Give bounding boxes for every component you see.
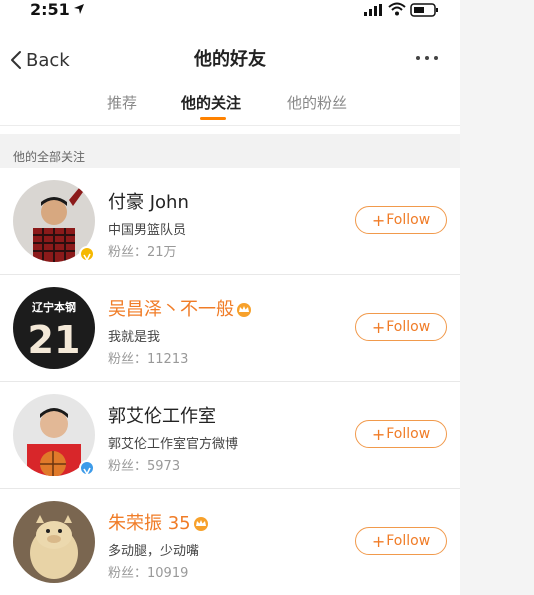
plus-icon: + <box>371 210 386 230</box>
more-options-button[interactable] <box>416 56 438 60</box>
plus-icon: + <box>371 317 386 337</box>
user-name[interactable]: 朱荣振 35 <box>108 509 209 535</box>
follow-label: Follow <box>386 533 431 549</box>
avatar[interactable]: 辽宁本钢 21 <box>13 287 95 369</box>
verified-blue-badge-icon <box>79 460 95 476</box>
follow-button[interactable]: + Follow <box>355 206 447 234</box>
jersey-number-text: 21 <box>28 318 81 362</box>
user-row[interactable]: 朱荣振 35 多动腿，少动嘴 粉丝：10919 + Follow <box>0 489 460 595</box>
member-crown-icon <box>237 303 251 317</box>
more-dot-icon <box>416 56 420 60</box>
avatar-plush-toy-icon <box>13 501 95 583</box>
follow-label: Follow <box>386 319 431 335</box>
user-fans-count: 粉丝：5973 <box>108 459 181 474</box>
user-name[interactable]: 吴昌泽丶不一般 <box>108 295 252 321</box>
tab-recommended[interactable]: 推荐 <box>107 92 137 113</box>
avatar[interactable] <box>13 501 95 583</box>
follow-label: Follow <box>386 212 431 228</box>
user-name-text: 吴昌泽丶不一般 <box>108 299 234 320</box>
more-dot-icon <box>434 56 438 60</box>
cellular-signal-icon <box>364 4 382 16</box>
user-row[interactable]: 辽宁本钢 21 吴昌泽丶不一般 我就是我 粉丝：11213 + Follow <box>0 275 460 382</box>
location-arrow-icon <box>74 4 84 14</box>
avatar-jersey-icon: 辽宁本钢 21 <box>13 287 95 369</box>
tab-bar: 推荐 他的关注 他的粉丝 <box>0 84 460 126</box>
user-bio: 我就是我 <box>108 330 161 345</box>
user-fans-count: 粉丝：21万 <box>108 245 177 260</box>
user-fans-count: 粉丝：11213 <box>108 352 189 367</box>
active-tab-indicator <box>200 117 226 120</box>
user-bio: 多动腿，少动嘴 <box>108 544 200 559</box>
plus-icon: + <box>371 424 386 444</box>
follow-button[interactable]: + Follow <box>355 313 447 341</box>
verified-gold-badge-icon <box>79 246 95 262</box>
more-dot-icon <box>425 56 429 60</box>
navigation-bar: Back 他的好友 <box>0 38 460 82</box>
follow-button[interactable]: + Follow <box>355 527 447 555</box>
tab-followers[interactable]: 他的粉丝 <box>287 92 347 113</box>
user-row[interactable]: 郭艾伦工作室 郭艾伦工作室官方微博 粉丝：5973 + Follow <box>0 382 460 489</box>
friends-screen: 2:51 Back 他的好友 推荐 他的关注 他的粉丝 他的全部关注 付豪 Jo… <box>0 0 460 595</box>
status-bar: 2:51 <box>0 0 460 22</box>
wifi-icon <box>388 2 406 16</box>
user-bio: 中国男篮队员 <box>108 223 187 238</box>
battery-icon <box>410 3 438 17</box>
follow-button[interactable]: + Follow <box>355 420 447 448</box>
background-gutter <box>460 0 534 595</box>
user-name[interactable]: 付豪 John <box>108 188 189 214</box>
user-bio: 郭艾伦工作室官方微博 <box>108 437 239 452</box>
member-crown-icon <box>193 517 208 531</box>
plus-icon: + <box>371 531 386 551</box>
follow-label: Follow <box>386 426 431 442</box>
status-time: 2:51 <box>30 0 70 19</box>
user-name[interactable]: 郭艾伦工作室 <box>108 402 216 428</box>
user-fans-count: 粉丝：10919 <box>108 566 189 581</box>
user-row[interactable]: 付豪 John 中国男篮队员 粉丝：21万 + Follow <box>0 168 460 275</box>
jersey-team-text: 辽宁本钢 <box>32 300 76 314</box>
section-header: 他的全部关注 <box>0 134 460 168</box>
tab-following[interactable]: 他的关注 <box>181 92 241 113</box>
page-title: 他的好友 <box>194 49 266 70</box>
section-title: 他的全部关注 <box>13 150 86 164</box>
user-name-text: 朱荣振 35 <box>108 513 191 534</box>
